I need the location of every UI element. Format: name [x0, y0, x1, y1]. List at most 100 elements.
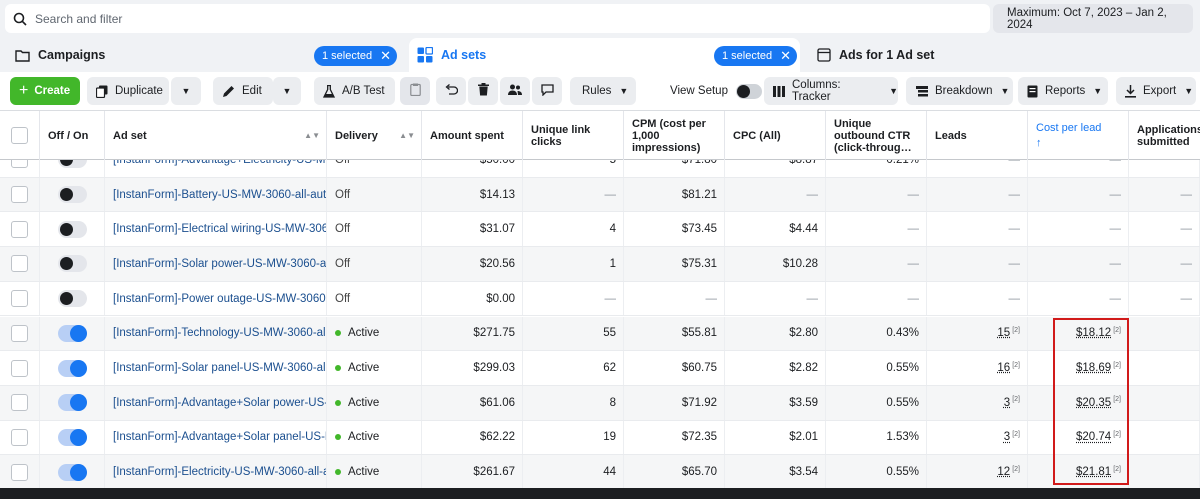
column-header-applications-submitted[interactable]: Applications submitted: [1129, 111, 1200, 160]
ad-set-name-link[interactable]: [InstanForm]-Power outage-US-MW-3060-…: [113, 293, 326, 305]
columns-button[interactable]: Columns: Tracker ▼: [764, 77, 898, 105]
ad-set-on-off-toggle[interactable]: [57, 255, 87, 273]
table-row[interactable]: [InstanForm]-Solar power-US-MW-3060-all-…: [0, 247, 1200, 282]
delete-button[interactable]: [468, 77, 498, 105]
column-header-cpm[interactable]: CPM (cost per 1,000 impressions): [624, 111, 725, 160]
unique-outbound-ctr-value: —: [907, 257, 920, 270]
tab-campaigns[interactable]: Campaigns 1 selected ✕: [8, 38, 403, 72]
table-row[interactable]: [InstanForm]-Advantage+Solar power-US-… A…: [0, 385, 1200, 421]
row-checkbox[interactable]: [11, 359, 28, 377]
table-row[interactable]: [InstanForm]-Technology-US-MW-3060-all-……: [0, 316, 1200, 352]
reports-button[interactable]: Reports ▼: [1018, 77, 1108, 105]
export-button[interactable]: Export ▼: [1116, 77, 1196, 105]
ad-set-on-off-toggle[interactable]: [57, 324, 87, 342]
ad-set-name-cell[interactable]: [InstanForm]-Electricity-US-MW-3060-all-…: [105, 455, 327, 489]
ad-set-on-off-toggle[interactable]: [57, 463, 87, 481]
column-header-label: Cost per lead: [1036, 122, 1102, 134]
select-all-checkbox[interactable]: [11, 127, 28, 144]
edit-dropdown[interactable]: ▼: [273, 77, 301, 105]
table-row[interactable]: [InstanForm]-Electricity-US-MW-3060-all-…: [0, 455, 1200, 489]
column-header-unique-outbound-ctr[interactable]: Unique outbound CTR (click-throug…: [826, 111, 927, 160]
unique-link-clicks-value: 4: [609, 223, 616, 236]
close-icon[interactable]: ✕: [780, 48, 791, 64]
ad-set-name-link[interactable]: [InstanForm]-Battery-US-MW-3060-all-auto…: [113, 189, 326, 201]
ad-set-name-cell[interactable]: [InstanForm]-Technology-US-MW-3060-all-…: [105, 316, 327, 351]
column-header-ad-set[interactable]: Ad set ▲▼: [105, 111, 327, 160]
table-row[interactable]: [InstanForm]-Power outage-US-MW-3060-… Of…: [0, 281, 1200, 317]
row-checkbox[interactable]: [11, 160, 28, 169]
table-row[interactable]: [InstanForm]-Solar panel-US-MW-3060-all-…: [0, 351, 1200, 386]
table-row[interactable]: [InstanForm]-Advantage+Solar panel-US-M……: [0, 420, 1200, 456]
ad-set-name-cell[interactable]: [InstanForm]-Solar power-US-MW-3060-all-…: [105, 247, 327, 281]
rules-button[interactable]: Rules ▼: [570, 77, 636, 105]
row-select-cell: [0, 247, 40, 281]
ab-test-button[interactable]: A/B Test: [314, 77, 395, 105]
ad-set-name-link[interactable]: [InstanForm]-Solar panel-US-MW-3060-all-…: [113, 362, 326, 374]
table-row[interactable]: [InstanForm]-Electrical wiring-US-MW-306…: [0, 212, 1200, 248]
column-header-cpc[interactable]: CPC (All): [725, 111, 826, 160]
table-row[interactable]: [InstanForm]-Battery-US-MW-3060-all-auto…: [0, 177, 1200, 213]
sort-ascending-icon: ↑: [1036, 137, 1042, 149]
ad-set-name-link[interactable]: [InstanForm]-Electrical wiring-US-MW-306…: [113, 223, 326, 235]
breakdown-button[interactable]: Breakdown ▼: [906, 77, 1013, 105]
column-header-off-on[interactable]: Off / On: [40, 111, 105, 160]
ad-set-on-off-toggle[interactable]: [57, 220, 87, 238]
ad-set-on-off-toggle[interactable]: [57, 428, 87, 446]
duplicate-button[interactable]: Duplicate: [87, 77, 169, 105]
row-checkbox[interactable]: [11, 324, 28, 342]
preview-button[interactable]: [532, 77, 562, 105]
ad-set-on-off-toggle[interactable]: [57, 394, 87, 412]
column-header-cost-per-lead[interactable]: Cost per lead ↑: [1028, 111, 1129, 160]
ad-set-name-cell[interactable]: [InstanForm]-Advantage+Solar panel-US-M…: [105, 420, 327, 455]
row-checkbox[interactable]: [11, 220, 28, 238]
ad-set-on-off-toggle[interactable]: [57, 359, 87, 377]
ad-set-on-off-toggle[interactable]: [57, 160, 87, 169]
audience-button[interactable]: [500, 77, 530, 105]
edit-button[interactable]: Edit: [213, 77, 273, 105]
ad-set-name-cell[interactable]: [InstanForm]-Power outage-US-MW-3060-…: [105, 281, 327, 316]
row-checkbox[interactable]: [11, 290, 28, 308]
ad-set-name-link[interactable]: [InstanForm]-Solar power-US-MW-3060-all-…: [113, 258, 326, 270]
column-header-leads[interactable]: Leads: [927, 111, 1028, 160]
ad-set-name-link[interactable]: [InstanForm]-Electricity-US-MW-3060-all-…: [113, 466, 326, 478]
row-checkbox[interactable]: [11, 186, 28, 204]
column-header-delivery[interactable]: Delivery ▲▼: [327, 111, 422, 160]
tab-ad-sets[interactable]: Ad sets 1 selected ✕: [409, 38, 800, 72]
export-label: Export: [1143, 85, 1177, 97]
tab-ads[interactable]: Ads for 1 Ad set: [806, 38, 1200, 72]
delivery-cell: Active: [327, 455, 422, 489]
row-checkbox[interactable]: [11, 428, 28, 446]
adsets-selected-pill[interactable]: 1 selected ✕: [714, 46, 798, 66]
delivery-cell: Active: [327, 316, 422, 351]
column-header-unique-link-clicks[interactable]: Unique link clicks: [523, 111, 624, 160]
ad-set-on-off-toggle[interactable]: [57, 290, 87, 308]
ad-set-name-cell[interactable]: [InstanForm]-Battery-US-MW-3060-all-auto…: [105, 177, 327, 212]
ad-set-name-cell[interactable]: [InstanForm]-Advantage+Electricity-US-MW…: [105, 160, 327, 177]
column-header-amount-spent[interactable]: Amount spent: [422, 111, 523, 160]
campaigns-selected-pill[interactable]: 1 selected ✕: [314, 46, 398, 66]
sort-caret-icon: ▲▼: [399, 131, 415, 140]
duplicate-dropdown[interactable]: ▼: [171, 77, 201, 105]
row-checkbox[interactable]: [11, 463, 28, 481]
ad-set-name-cell[interactable]: [InstanForm]-Advantage+Solar power-US-…: [105, 385, 327, 420]
ad-set-name-link[interactable]: [InstanForm]-Advantage+Solar power-US-…: [113, 397, 326, 409]
table-row[interactable]: [InstanForm]-Advantage+Electricity-US-MW…: [0, 160, 1200, 178]
date-range-picker[interactable]: Maximum: Oct 7, 2023 – Jan 2, 2024: [993, 4, 1193, 33]
ad-set-name-link[interactable]: [InstanForm]-Advantage+Solar panel-US-M…: [113, 431, 326, 443]
ad-set-name-link[interactable]: [InstanForm]-Advantage+Electricity-US-MW…: [113, 160, 326, 166]
create-button[interactable]: + Create: [10, 77, 80, 105]
ad-set-name-link[interactable]: [InstanForm]-Technology-US-MW-3060-all-…: [113, 327, 326, 339]
undo-button[interactable]: [436, 77, 466, 105]
view-setup-switch[interactable]: [735, 83, 762, 99]
search-bar[interactable]: [5, 4, 990, 33]
search-input[interactable]: [35, 11, 990, 26]
cpc-cell: —: [725, 281, 826, 316]
row-checkbox[interactable]: [11, 394, 28, 412]
ad-set-name-cell[interactable]: [InstanForm]-Electrical wiring-US-MW-306…: [105, 212, 327, 247]
ad-set-name-cell[interactable]: [InstanForm]-Solar panel-US-MW-3060-all-…: [105, 351, 327, 385]
view-setup-toggle[interactable]: View Setup: [670, 77, 762, 105]
row-checkbox[interactable]: [11, 255, 28, 273]
close-icon[interactable]: ✕: [380, 48, 391, 64]
clipboard-button[interactable]: [400, 77, 430, 105]
ad-set-on-off-toggle[interactable]: [57, 186, 87, 204]
